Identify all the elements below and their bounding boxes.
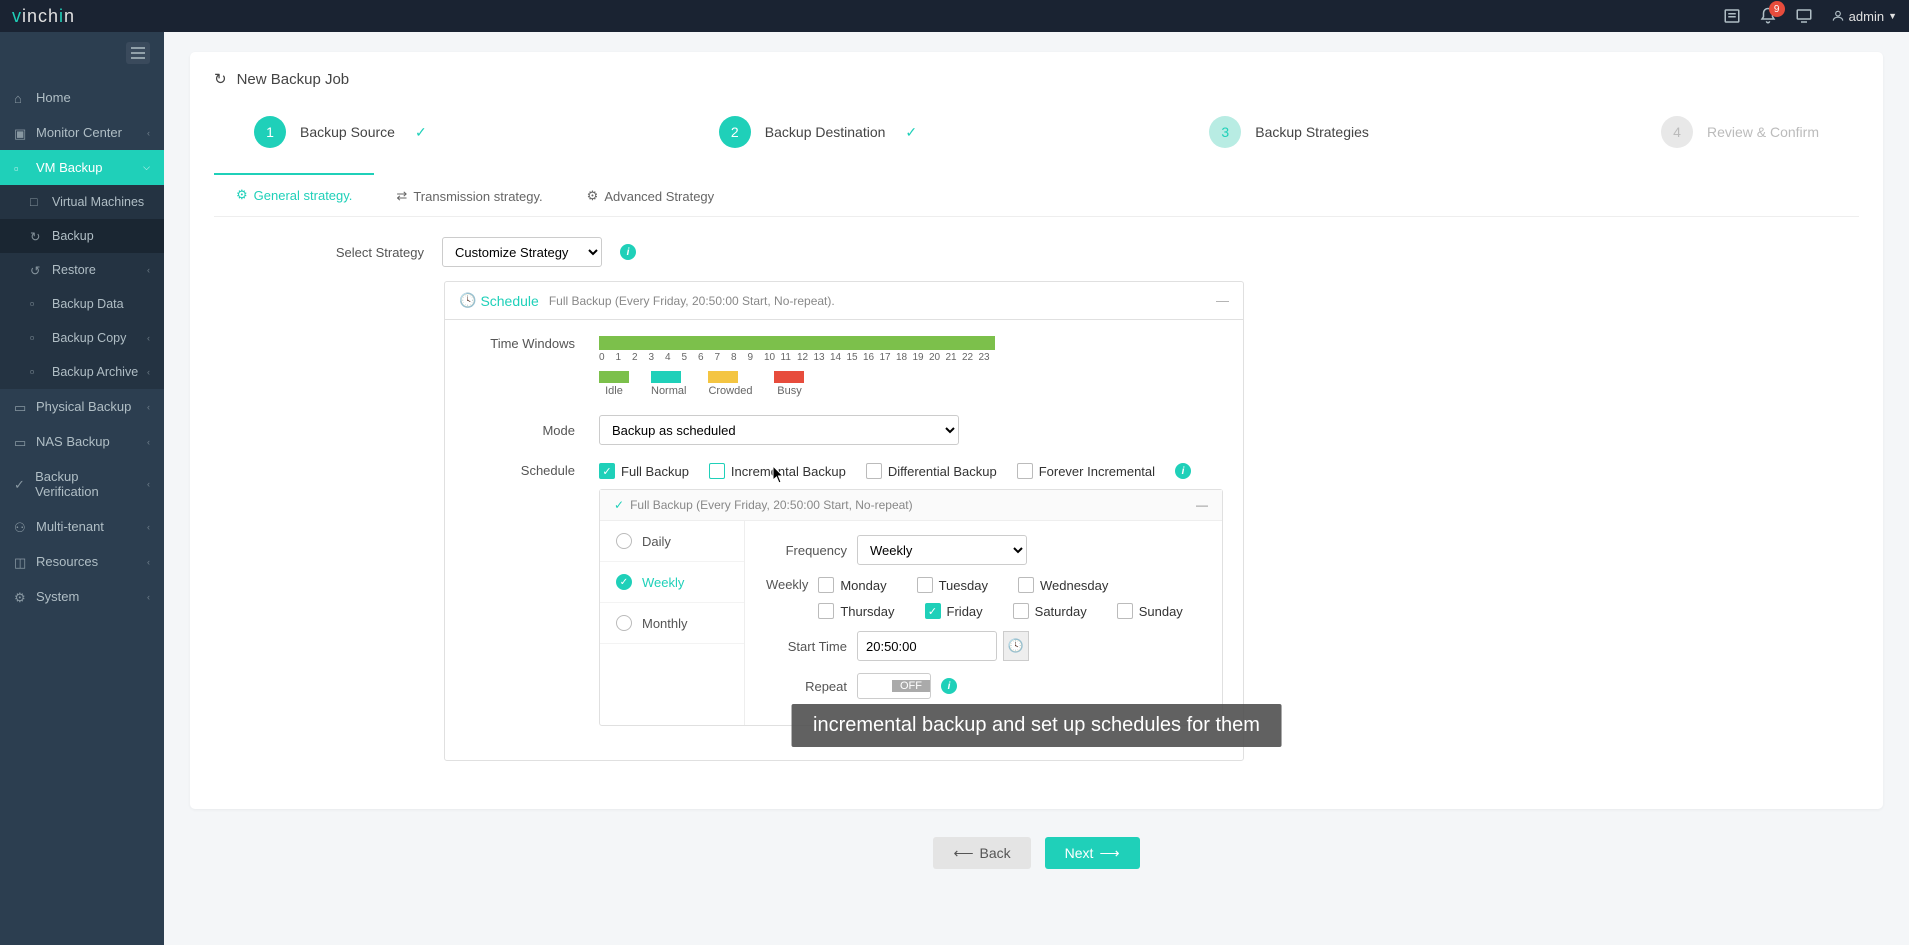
- page-title: New Backup Job: [237, 71, 350, 88]
- transfer-icon: ⇄: [396, 188, 407, 204]
- info-icon[interactable]: i: [620, 244, 636, 260]
- check-icon: ✓: [614, 498, 624, 512]
- label-mode: Mode: [465, 423, 575, 438]
- sidebar-item-resources[interactable]: ◫Resources‹: [0, 544, 164, 579]
- cog-icon: ⚙: [587, 188, 599, 204]
- step-3[interactable]: 3 Backup Strategies: [1209, 116, 1369, 148]
- step-4[interactable]: 4 Review & Confirm: [1661, 116, 1819, 148]
- caption-overlay: incremental backup and set up schedules …: [791, 704, 1282, 747]
- bell-icon[interactable]: 9: [1759, 7, 1777, 25]
- back-button[interactable]: ⟵Back: [933, 837, 1030, 869]
- notif-badge: 9: [1769, 1, 1785, 17]
- sidebar-item-multitenant[interactable]: ⚇Multi-tenant‹: [0, 509, 164, 544]
- detail-header-text: Full Backup (Every Friday, 20:50:00 Star…: [630, 498, 913, 512]
- next-button[interactable]: Next⟶: [1045, 837, 1140, 869]
- select-mode[interactable]: Backup as scheduled: [599, 415, 959, 445]
- label-time-windows: Time Windows: [465, 336, 575, 351]
- info-icon[interactable]: i: [1175, 463, 1191, 479]
- logo: vinchin: [12, 6, 75, 27]
- step-1[interactable]: 1 Backup Source ✓: [254, 116, 427, 148]
- check-fri[interactable]: ✓Friday: [925, 603, 983, 619]
- label-repeat: Repeat: [761, 679, 847, 694]
- clock-icon[interactable]: 🕓: [1003, 631, 1029, 661]
- label-weekly: Weekly: [761, 577, 808, 592]
- check-incremental[interactable]: Incremental Backup: [709, 463, 846, 479]
- check-differential[interactable]: Differential Backup: [866, 463, 997, 479]
- input-start-time[interactable]: [857, 631, 997, 661]
- sidebar-item-home[interactable]: ⌂Home: [0, 80, 164, 115]
- label-schedule: Schedule: [465, 463, 575, 478]
- panel: ↻ New Backup Job 1 Backup Source ✓ 2 Bac…: [190, 52, 1883, 809]
- clock-icon: 🕓: [459, 292, 476, 309]
- time-windows-bar: 01234567891011121314151617181920212223 I…: [599, 336, 995, 397]
- arrow-left-icon: ⟵: [953, 845, 973, 862]
- stepper: 1 Backup Source ✓ 2 Backup Destination ✓…: [214, 116, 1859, 148]
- sidebar-sub-vm[interactable]: □Virtual Machines: [0, 185, 164, 219]
- label-start-time: Start Time: [761, 639, 847, 654]
- sidebar-item-physical[interactable]: ▭Physical Backup‹: [0, 389, 164, 424]
- select-strategy[interactable]: Customize Strategy: [442, 237, 602, 267]
- tab-transmission[interactable]: ⇄Transmission strategy.: [374, 174, 564, 216]
- check-thu[interactable]: Thursday: [818, 603, 894, 619]
- sidebar-sub-backup[interactable]: ↻Backup: [0, 219, 164, 253]
- schedule-box: 🕓Schedule Full Backup (Every Friday, 20:…: [444, 281, 1244, 761]
- sidebar-sub-backuparchive[interactable]: ▫Backup Archive‹: [0, 355, 164, 389]
- sidebar-item-verification[interactable]: ✓Backup Verification‹: [0, 459, 164, 509]
- arrow-right-icon: ⟶: [1099, 845, 1119, 862]
- sidebar: ⌂Home ▣Monitor Center‹ ▫VM Backup⌵ □Virt…: [0, 32, 164, 945]
- topbar: vinchin 9 admin ▼: [0, 0, 1909, 32]
- label-frequency: Frequency: [761, 543, 847, 558]
- toggle-repeat[interactable]: OFF: [857, 673, 931, 699]
- sidebar-sub-backupdata[interactable]: ▫Backup Data: [0, 287, 164, 321]
- schedule-title: 🕓Schedule: [459, 292, 539, 309]
- check-tue[interactable]: Tuesday: [917, 577, 988, 593]
- schedule-desc: Full Backup (Every Friday, 20:50:00 Star…: [549, 294, 835, 308]
- gear-icon: ⚙: [236, 187, 248, 203]
- monitor-icon[interactable]: [1795, 7, 1813, 25]
- check-icon: ✓: [415, 124, 427, 141]
- list-icon[interactable]: [1723, 7, 1741, 25]
- sidebar-sub-restore[interactable]: ↺Restore‹: [0, 253, 164, 287]
- check-sun[interactable]: Sunday: [1117, 603, 1183, 619]
- check-full-backup[interactable]: ✓Full Backup: [599, 463, 689, 479]
- check-wed[interactable]: Wednesday: [1018, 577, 1108, 593]
- info-icon[interactable]: i: [941, 678, 957, 694]
- tabs: ⚙General strategy. ⇄Transmission strateg…: [214, 174, 1859, 217]
- step-2[interactable]: 2 Backup Destination ✓: [719, 116, 917, 148]
- sidebar-item-vmbackup[interactable]: ▫VM Backup⌵: [0, 150, 164, 185]
- collapse-icon[interactable]: —: [1216, 293, 1229, 308]
- select-frequency[interactable]: Weekly: [857, 535, 1027, 565]
- label-select-strategy: Select Strategy: [254, 245, 424, 260]
- check-mon[interactable]: Monday: [818, 577, 886, 593]
- check-sat[interactable]: Saturday: [1013, 603, 1087, 619]
- main: ↻ New Backup Job 1 Backup Source ✓ 2 Bac…: [164, 32, 1909, 945]
- interval-weekly[interactable]: ✓Weekly: [600, 562, 744, 603]
- interval-daily[interactable]: Daily: [600, 521, 744, 562]
- tab-advanced[interactable]: ⚙Advanced Strategy: [565, 174, 737, 216]
- user-label: admin: [1849, 9, 1884, 24]
- collapse-icon[interactable]: —: [1196, 498, 1208, 512]
- sidebar-toggle[interactable]: [126, 42, 150, 64]
- sidebar-sub-backupcopy[interactable]: ▫Backup Copy‹: [0, 321, 164, 355]
- sidebar-item-monitor[interactable]: ▣Monitor Center‹: [0, 115, 164, 150]
- check-forever-inc[interactable]: Forever Incremental: [1017, 463, 1155, 479]
- tab-general[interactable]: ⚙General strategy.: [214, 173, 374, 215]
- interval-monthly[interactable]: Monthly: [600, 603, 744, 644]
- refresh-icon: ↻: [214, 70, 227, 88]
- check-icon: ✓: [905, 124, 917, 141]
- sidebar-item-nas[interactable]: ▭NAS Backup‹: [0, 424, 164, 459]
- user-menu[interactable]: admin ▼: [1831, 9, 1897, 24]
- sidebar-item-system[interactable]: ⚙System‹: [0, 579, 164, 614]
